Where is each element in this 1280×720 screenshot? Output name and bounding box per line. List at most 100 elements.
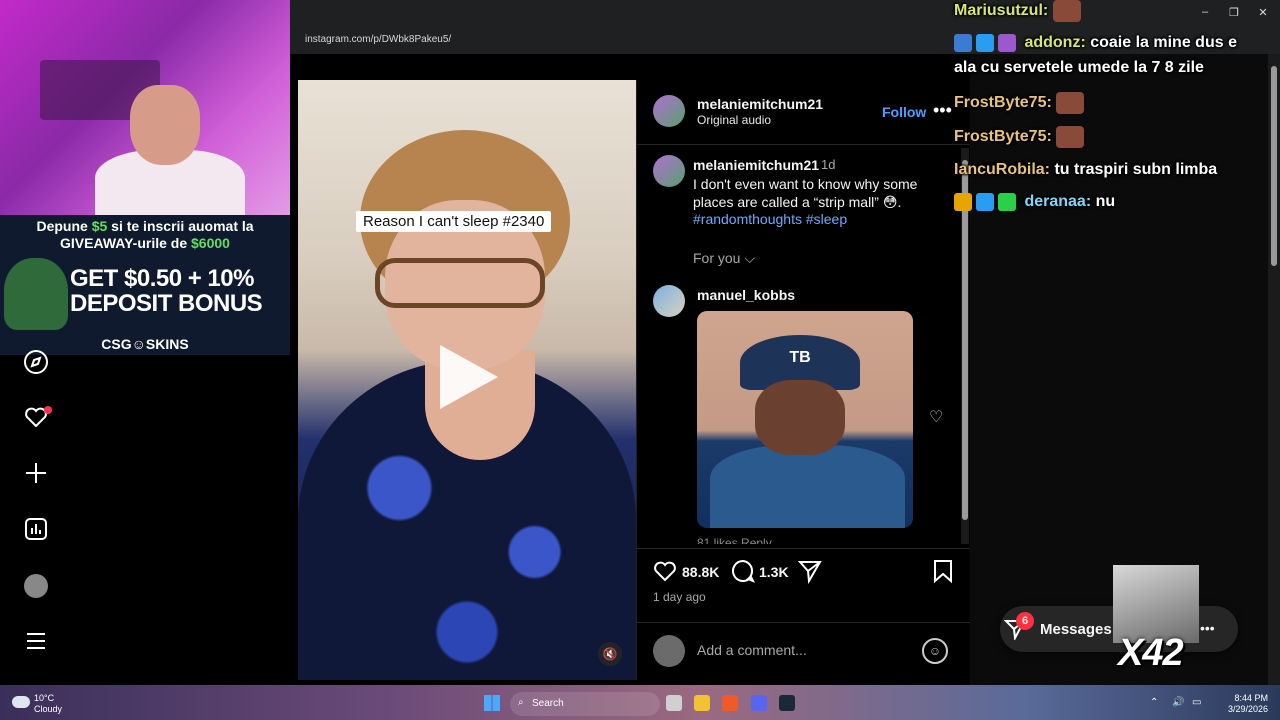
ad-headline-2: DEPOSIT BONUS — [70, 290, 263, 317]
create-icon[interactable] — [22, 460, 50, 488]
chat-line: FrostByte75: — [954, 92, 1085, 114]
windows-start-icon[interactable] — [484, 695, 500, 711]
chat-line: IancuRobila: tu traspiri subn limba — [954, 161, 1217, 179]
weather-condition[interactable]: Cloudy — [34, 704, 62, 714]
gif-cap-logo: TB — [789, 349, 811, 366]
author-avatar[interactable] — [653, 95, 685, 127]
weather-temp[interactable]: 10°C — [34, 693, 54, 703]
reply-avatar[interactable] — [653, 285, 685, 317]
page-scroll-thumb[interactable] — [1271, 66, 1277, 266]
save-icon[interactable] — [931, 558, 955, 591]
follow-button[interactable]: Follow — [882, 104, 926, 120]
badge-icon — [954, 34, 972, 52]
chat-message: tu traspiri subn limba — [1054, 161, 1218, 178]
caption-hashtags[interactable]: #randomthoughts #sleep — [693, 211, 847, 227]
chat-line: deranaa: nu — [954, 193, 1115, 211]
search-label: Search — [532, 698, 564, 709]
comments-scroll-thumb[interactable] — [962, 160, 968, 520]
caption-text: I don't even want to know why some place… — [693, 176, 918, 210]
combo-counter: X42 — [1118, 632, 1184, 674]
streamer-head — [130, 85, 200, 165]
chat-username: addonz: — [1024, 34, 1086, 52]
ad-mascot-icon — [4, 258, 68, 330]
post-date: 1 day ago — [653, 590, 706, 604]
profile-icon[interactable] — [24, 574, 48, 598]
gift-badge-icon — [998, 34, 1016, 52]
video-caption: Reason I can't sleep #2340 — [356, 211, 552, 232]
ad-line-2: GIVEAWAY-urile de $6000 — [60, 235, 230, 251]
caption-time: 1d — [821, 157, 836, 172]
notification-dot — [44, 406, 52, 414]
chat-username: deranaa: — [1024, 193, 1092, 211]
menu-icon[interactable] — [22, 628, 50, 656]
more-icon[interactable]: ••• — [1200, 620, 1215, 636]
audio-label[interactable]: Original audio — [697, 113, 771, 127]
comment-sort-dropdown[interactable]: For you ⌵ — [693, 250, 755, 267]
maximize-button[interactable]: ❐ — [1224, 6, 1244, 19]
gif-jersey — [710, 445, 905, 528]
discord-icon[interactable] — [751, 695, 767, 711]
like-comment-icon[interactable]: ♡ — [929, 407, 943, 427]
chat-username: IancuRobila: — [954, 161, 1051, 178]
ad-headline-1: GET $0.50 + 10% — [70, 265, 254, 292]
messages-badge: 6 — [1016, 612, 1034, 630]
muted-icon[interactable]: 🔇 — [598, 642, 622, 666]
more-options-icon[interactable]: ••• — [933, 100, 952, 121]
emote-icon — [1056, 126, 1085, 148]
comment-icon[interactable] — [730, 558, 756, 591]
insights-icon[interactable] — [22, 516, 50, 544]
clock-time[interactable]: 8:44 PM — [1222, 693, 1268, 703]
chat-username: FrostByte75: — [954, 94, 1052, 112]
badge-icon — [976, 193, 994, 211]
task-view-icon[interactable] — [666, 695, 682, 711]
emote-icon — [1052, 0, 1081, 22]
like-count: 88.8K — [682, 564, 720, 580]
chat-line: FrostByte75: — [954, 126, 1085, 148]
explore-icon[interactable] — [22, 349, 50, 377]
reply-meta[interactable]: 81 likes Reply — [697, 536, 772, 544]
chat-username: FrostByte75: — [954, 128, 1052, 146]
chat-message: coaie la mine dus e — [1090, 34, 1237, 52]
taskbar-search[interactable]: ⌕ Search — [510, 692, 660, 716]
reply-username[interactable]: manuel_kobbs — [697, 287, 795, 303]
chat-message: nu — [1095, 193, 1116, 211]
play-icon[interactable] — [440, 345, 498, 409]
video-glasses — [375, 258, 545, 308]
divider — [637, 548, 970, 549]
emoji-icon[interactable]: ☺ — [922, 638, 948, 664]
my-avatar — [653, 635, 685, 667]
gift-badge-icon — [998, 193, 1016, 211]
chat-line: ala cu servetele umede la 7 8 zile — [954, 59, 1204, 77]
divider — [637, 622, 970, 623]
chat-username: Mariusutzul: — [954, 2, 1049, 20]
address-url[interactable]: instagram.com/p/DWbk8Pakeu5/ — [305, 34, 451, 45]
gif-face — [755, 380, 845, 455]
chat-line: Mariusutzul: — [954, 0, 1081, 22]
crown-badge-icon — [954, 193, 972, 211]
minimize-button[interactable]: – — [1195, 6, 1215, 18]
ad-line-1: Depune $5 si te inscrii auomat la — [36, 218, 254, 234]
cloud-icon[interactable] — [12, 696, 30, 708]
network-icon[interactable]: ▭ — [1192, 697, 1201, 708]
comment-input[interactable] — [697, 642, 907, 658]
author-username[interactable]: melaniemitchum21 — [697, 96, 823, 112]
steam-icon[interactable] — [779, 695, 795, 711]
tray-chevron-icon[interactable]: ⌃ — [1150, 697, 1158, 708]
close-window-button[interactable]: ✕ — [1253, 6, 1273, 19]
like-icon[interactable] — [652, 558, 678, 591]
chat-line: addonz: coaie la mine dus e — [954, 34, 1237, 52]
chat-message: ala cu servetele umede la 7 8 zile — [954, 59, 1204, 76]
comment-count: 1.3K — [759, 564, 789, 580]
brave-browser-icon[interactable] — [722, 695, 738, 711]
volume-icon[interactable]: 🔊 — [1172, 697, 1184, 708]
search-icon: ⌕ — [518, 697, 524, 708]
badge-icon — [976, 34, 994, 52]
share-icon[interactable] — [797, 558, 823, 591]
caption-username[interactable]: melaniemitchum21 — [693, 157, 819, 173]
caption-avatar[interactable] — [653, 155, 685, 187]
divider — [637, 144, 970, 145]
messages-label[interactable]: Messages — [1040, 621, 1112, 638]
file-explorer-icon[interactable] — [694, 695, 710, 711]
clock-date[interactable]: 3/29/2026 — [1222, 704, 1268, 714]
emote-icon — [1056, 92, 1085, 114]
